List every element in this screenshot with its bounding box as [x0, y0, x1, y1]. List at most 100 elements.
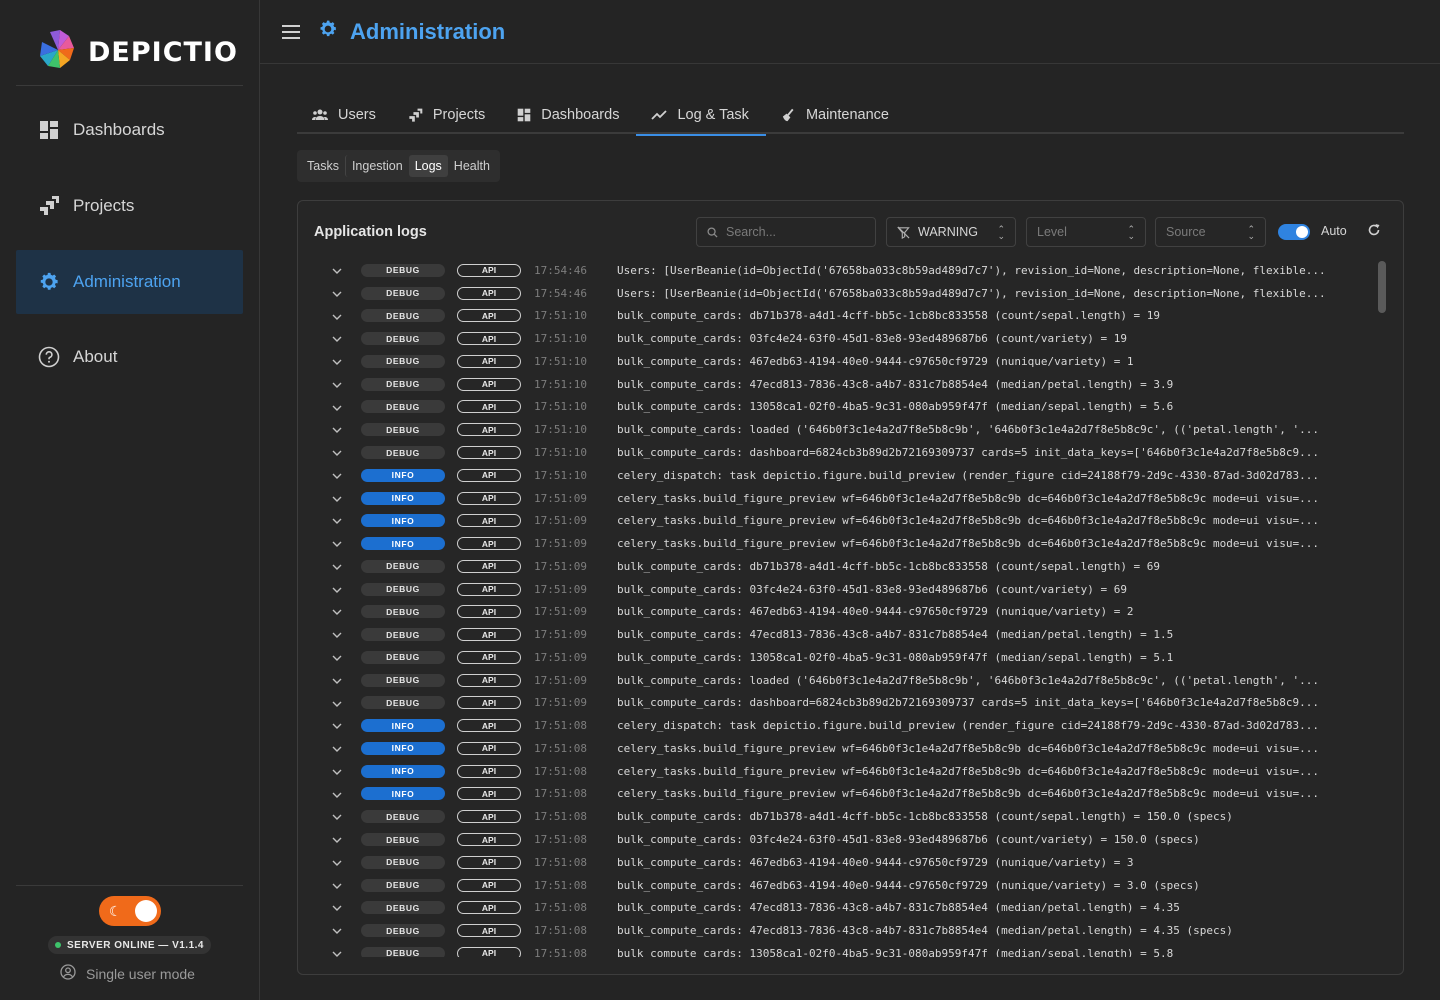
log-message: bulk_compute_cards: 03fc4e24-63f0-45d1-8… — [617, 833, 1200, 847]
sidebar-item-projects[interactable]: Projects — [16, 174, 243, 238]
log-row[interactable]: DEBUG API 17:51:08 bulk_compute_cards: 47ec… — [298, 919, 1403, 942]
chevron-down-icon[interactable] — [331, 719, 343, 737]
log-row[interactable]: DEBUG API 17:51:09 bulk_compute_cards: 467e… — [298, 600, 1403, 623]
chevron-down-icon[interactable] — [331, 674, 343, 692]
sidebar-item-dashboards[interactable]: Dashboards — [16, 98, 243, 162]
log-row[interactable]: DEBUG API 17:51:09 bulk_compute_cards: 47ec… — [298, 623, 1403, 646]
chevron-down-icon[interactable] — [331, 492, 343, 510]
chevron-down-icon[interactable] — [331, 765, 343, 783]
chevron-down-icon[interactable] — [331, 879, 343, 897]
log-row[interactable]: INFO API 17:51:10 celery_dispatch: task dep… — [298, 464, 1403, 487]
log-row[interactable]: INFO API 17:51:08 celery_tasks.build_figure… — [298, 783, 1403, 806]
level-badge: DEBUG — [361, 423, 445, 437]
chevron-down-icon[interactable] — [331, 628, 343, 646]
subtab-tasks[interactable]: Tasks — [301, 155, 345, 177]
chevron-down-icon[interactable] — [331, 446, 343, 464]
log-row[interactable]: DEBUG API 17:51:09 bulk_compute_cards: 1305… — [298, 646, 1403, 669]
chevron-down-icon[interactable] — [331, 514, 343, 532]
chevron-down-icon[interactable] — [331, 810, 343, 828]
level-badge: INFO — [361, 741, 445, 755]
source-badge: API — [457, 537, 521, 551]
chevron-down-icon[interactable] — [331, 287, 343, 305]
chevron-down-icon[interactable] — [331, 651, 343, 669]
chevron-down-icon[interactable] — [331, 833, 343, 851]
log-row[interactable]: INFO API 17:51:09 celery_tasks.build_figure… — [298, 532, 1403, 555]
log-row[interactable]: INFO API 17:51:09 celery_tasks.build_figure… — [298, 509, 1403, 532]
menu-icon[interactable] — [282, 24, 300, 39]
tab-maintenance[interactable]: Maintenance — [766, 96, 906, 134]
log-row[interactable]: INFO API 17:51:08 celery_dispatch: task dep… — [298, 714, 1403, 737]
chevron-down-icon[interactable] — [331, 901, 343, 919]
tab-projects[interactable]: Projects — [393, 96, 502, 134]
chevron-down-icon[interactable] — [331, 605, 343, 623]
log-list-scrollbar[interactable] — [1378, 261, 1386, 313]
theme-toggle[interactable]: ☾ — [99, 896, 161, 926]
level-select[interactable]: Level ⌃ ⌄ — [1026, 217, 1146, 247]
log-row[interactable]: INFO API 17:51:08 celery_tasks.build_figure… — [298, 760, 1403, 783]
log-search-input[interactable]: Search... — [696, 217, 876, 247]
log-row[interactable]: INFO API 17:51:08 celery_tasks.build_figure… — [298, 737, 1403, 760]
subtab-ingestion[interactable]: Ingestion — [344, 155, 409, 177]
log-row[interactable]: DEBUG API 17:51:10 bulk_compute_cards: 467e… — [298, 350, 1403, 373]
log-row[interactable]: DEBUG API 17:51:10 bulk_compute_cards: 03fc… — [298, 327, 1403, 350]
source-select[interactable]: Source ⌃ ⌄ — [1155, 217, 1266, 247]
tab-log-task[interactable]: Log & Task — [636, 96, 767, 136]
chevron-down-icon[interactable] — [331, 697, 343, 715]
log-row[interactable]: DEBUG API 17:51:08 bulk_compute_cards: 47ec… — [298, 896, 1403, 919]
chevron-down-icon[interactable] — [331, 947, 343, 957]
tab-label: Log & Task — [677, 107, 749, 123]
source-badge: API — [457, 377, 521, 391]
chevron-down-icon[interactable] — [331, 378, 343, 396]
chevron-down-icon[interactable] — [331, 583, 343, 601]
refresh-icon[interactable] — [1367, 223, 1381, 242]
log-row[interactable]: INFO API 17:51:09 celery_tasks.build_figure… — [298, 487, 1403, 510]
log-row[interactable]: DEBUG API 17:51:10 bulk_compute_cards: db71… — [298, 305, 1403, 328]
tab-dashboards[interactable]: Dashboards — [502, 96, 636, 134]
log-row[interactable]: DEBUG API 17:54:46 Users: [UserBeanie(id=Ob… — [298, 282, 1403, 305]
log-task-subtabs: Tasks Ingestion Logs Health — [297, 150, 500, 182]
chevron-down-icon[interactable] — [331, 310, 343, 328]
auto-refresh-toggle[interactable] — [1278, 224, 1310, 240]
sidebar-item-about[interactable]: About — [16, 325, 243, 389]
sidebar-item-administration[interactable]: Administration — [16, 250, 243, 314]
chevron-down-icon[interactable] — [331, 856, 343, 874]
log-row[interactable]: DEBUG API 17:51:10 bulk_compute_cards: load… — [298, 418, 1403, 441]
chevron-down-icon[interactable] — [331, 788, 343, 806]
subtab-health[interactable]: Health — [448, 155, 496, 177]
log-row[interactable]: DEBUG API 17:51:10 bulk_compute_cards: 1305… — [298, 396, 1403, 419]
sidebar-footer-divider — [16, 885, 243, 886]
tab-label: Users — [338, 107, 376, 123]
log-row[interactable]: DEBUG API 17:51:08 bulk_compute_cards: 467e… — [298, 851, 1403, 874]
chevron-down-icon[interactable] — [331, 423, 343, 441]
chevron-down-icon[interactable] — [331, 401, 343, 419]
chevron-down-icon[interactable] — [331, 264, 343, 282]
log-row[interactable]: DEBUG API 17:51:10 bulk_compute_cards: 47ec… — [298, 373, 1403, 396]
log-row[interactable]: DEBUG API 17:51:09 bulk_compute_cards: dash… — [298, 692, 1403, 715]
log-row[interactable]: DEBUG API 17:54:46 Users: [UserBeanie(id=Ob… — [298, 259, 1403, 282]
chevron-down-icon[interactable] — [331, 742, 343, 760]
log-message: celery_tasks.build_figure_preview wf=646… — [617, 764, 1319, 778]
log-timestamp: 17:51:08 — [534, 855, 587, 869]
log-row[interactable]: DEBUG API 17:51:08 bulk_compute_cards: db71… — [298, 805, 1403, 828]
sidebar-item-label: About — [73, 347, 118, 366]
log-row[interactable]: DEBUG API 17:51:09 bulk_compute_cards: db71… — [298, 555, 1403, 578]
log-message: bulk_compute_cards: 47ecd813-7836-43c8-a… — [617, 628, 1174, 642]
source-badge: API — [457, 400, 521, 414]
log-row[interactable]: DEBUG API 17:51:09 bulk_compute_cards: load… — [298, 669, 1403, 692]
log-row[interactable]: DEBUG API 17:51:08 bulk_compute_cards: 03fc… — [298, 828, 1403, 851]
brand-logo[interactable]: DEPICTIO — [36, 29, 238, 74]
chevron-down-icon[interactable] — [331, 332, 343, 350]
chevron-down-icon[interactable] — [331, 355, 343, 373]
subtab-logs[interactable]: Logs — [408, 155, 448, 177]
log-row[interactable]: DEBUG API 17:51:08 bulk_compute_cards: 467e… — [298, 874, 1403, 897]
log-row[interactable]: DEBUG API 17:51:10 bulk_compute_cards: dash… — [298, 441, 1403, 464]
min-level-select[interactable]: WARNING ⌃ ⌄ — [886, 217, 1016, 247]
chevron-down-icon[interactable] — [331, 469, 343, 487]
tab-users[interactable]: Users — [297, 96, 393, 134]
log-message: celery_tasks.build_figure_preview wf=646… — [617, 537, 1319, 551]
chevron-down-icon[interactable] — [331, 560, 343, 578]
chevron-down-icon[interactable] — [331, 537, 343, 555]
chevron-down-icon[interactable] — [331, 924, 343, 942]
log-row[interactable]: DEBUG API 17:51:09 bulk_compute_cards: 03fc… — [298, 578, 1403, 601]
log-row[interactable]: DEBUG API 17:51:08 bulk_compute_cards: 1305… — [298, 942, 1403, 957]
